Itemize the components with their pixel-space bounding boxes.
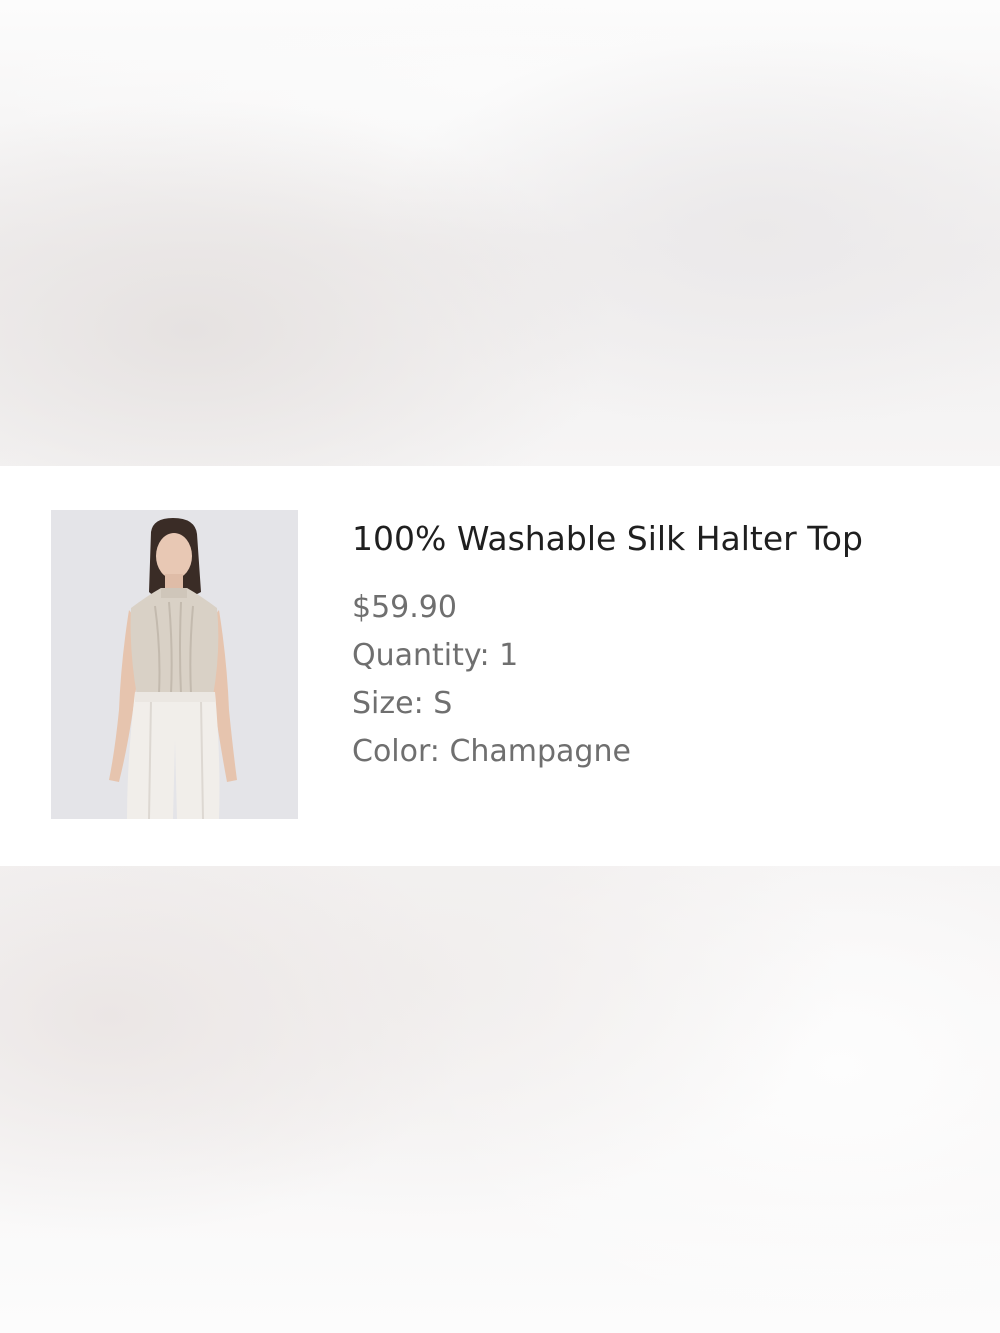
product-size: Size: S: [352, 686, 453, 721]
model-image: [109, 518, 237, 819]
product-price: $59.90: [352, 590, 457, 625]
product-info: 100% Washable Silk Halter Top $59.90 Qua…: [352, 516, 972, 776]
product-title[interactable]: 100% Washable Silk Halter Top: [352, 516, 972, 562]
blurred-background-bottom: [0, 866, 1000, 1333]
blurred-background-top: [0, 0, 1000, 466]
product-thumbnail[interactable]: [51, 510, 298, 819]
product-quantity: Quantity: 1: [352, 638, 519, 673]
product-color: Color: Champagne: [352, 734, 631, 769]
order-item-card: 100% Washable Silk Halter Top $59.90 Qua…: [0, 466, 1000, 866]
